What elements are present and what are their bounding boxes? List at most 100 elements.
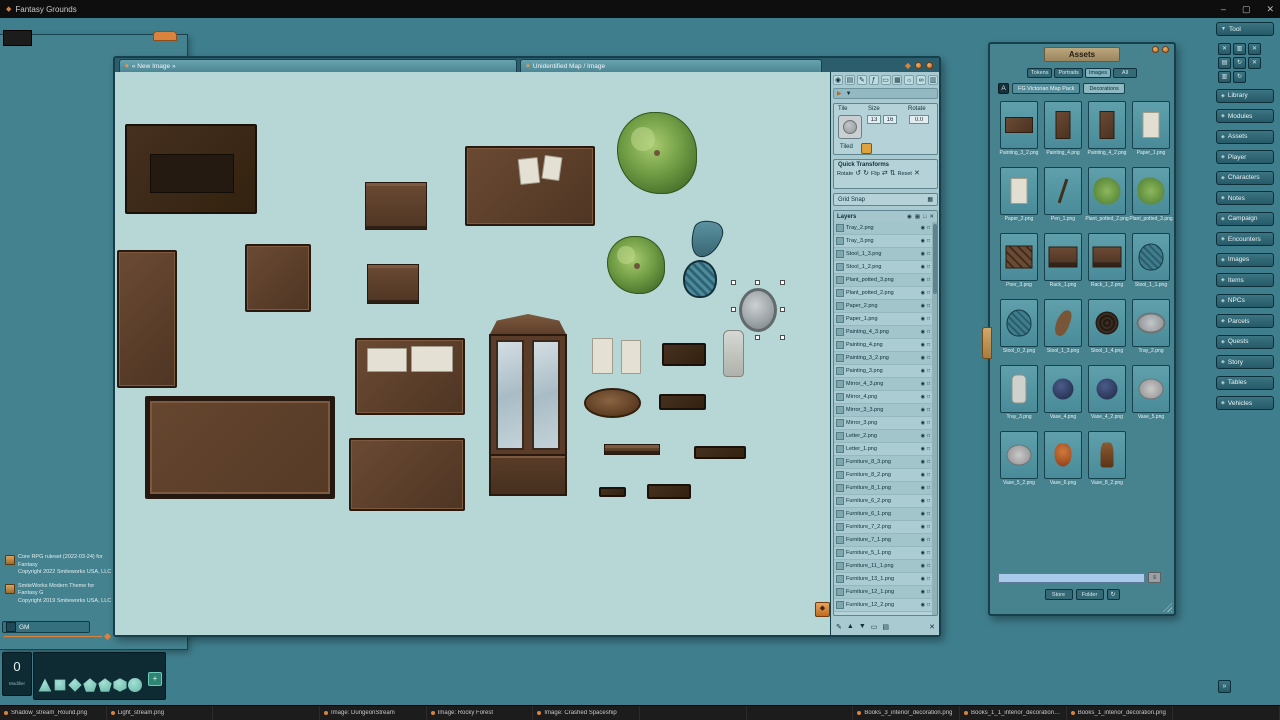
layer-lock-icon[interactable]: □ <box>927 550 930 556</box>
view-toggle-icon[interactable]: ◉ <box>833 75 843 85</box>
layer-row[interactable]: Furniture_12_1.png ◉ □ <box>834 586 932 599</box>
reset-icon[interactable]: ✕ <box>914 170 920 177</box>
map-token-paper[interactable] <box>621 340 641 374</box>
layer-visibility-icon[interactable]: ◉ <box>921 576 925 582</box>
alphabet-filter-button[interactable]: A <box>998 83 1009 94</box>
die-token[interactable] <box>38 678 52 692</box>
tool-shortcut-button[interactable]: ▥ <box>1233 43 1246 55</box>
layer-lock-icon[interactable]: □ <box>927 342 930 348</box>
sidebar-item[interactable]: ◈ Modules <box>1216 109 1274 123</box>
close-button[interactable]: ✕ <box>1266 4 1274 15</box>
search-menu-icon[interactable]: ≡ <box>1148 572 1161 583</box>
layer-lock-icon[interactable]: □ <box>927 511 930 517</box>
sidebar-item[interactable]: ◈ Assets <box>1216 130 1274 144</box>
layer-visibility-icon[interactable]: ◉ <box>921 381 925 387</box>
layer-visibility-icon[interactable]: ◉ <box>921 290 925 296</box>
map-token-bottle[interactable] <box>723 330 744 377</box>
tool-shortcut-button[interactable]: ↻ <box>1233 57 1246 69</box>
map-token-shelf-small[interactable] <box>662 343 706 366</box>
layer-lock-icon[interactable]: □ <box>927 303 930 309</box>
layer-visibility-icon[interactable]: ◉ <box>921 472 925 478</box>
pencil-icon[interactable]: ✎ <box>836 623 842 631</box>
layer-visibility-icon[interactable]: ◉ <box>921 498 925 504</box>
folder-button[interactable]: Folder <box>1076 589 1104 600</box>
layer-visibility-icon[interactable]: ◉ <box>921 537 925 543</box>
taskbar-tab[interactable]: Image: DungeonStream <box>320 706 427 720</box>
layer-visibility-icon[interactable]: ◉ <box>921 303 925 309</box>
taskbar-tab[interactable]: Books_1_interior_decoration.png <box>1067 706 1174 720</box>
layer-visibility-icon[interactable]: ◉ <box>921 563 925 569</box>
layer-lock-icon[interactable]: □ <box>927 433 930 439</box>
sidebar-item[interactable]: ◈ Parcels <box>1216 314 1274 328</box>
layer-visibility-icon[interactable]: ◉ <box>921 459 925 465</box>
lighting-icon[interactable]: ☼ <box>904 75 914 85</box>
layer-row[interactable]: Furniture_12_2.png ◉ □ <box>834 599 932 612</box>
die-token[interactable] <box>83 678 97 692</box>
taskbar-tab[interactable] <box>747 706 854 720</box>
taskbar-tab[interactable] <box>213 706 320 720</box>
layer-row[interactable]: Furniture_6_1.png ◉ □ <box>834 508 932 521</box>
asset-thumbnail[interactable] <box>1044 365 1082 413</box>
map-token-shelf-bit[interactable] <box>647 484 691 499</box>
asset-thumbnail[interactable] <box>1132 365 1170 413</box>
layer-row[interactable]: Stool_1_2.png ◉ □ <box>834 261 932 274</box>
layer-row[interactable]: Furniture_8_1.png ◉ □ <box>834 482 932 495</box>
layer-lock-icon[interactable]: □ <box>927 485 930 491</box>
window-close-icon[interactable] <box>1162 46 1169 53</box>
layer-visibility-icon[interactable]: ◉ <box>921 394 925 400</box>
layer-lock-icon[interactable]: □ <box>927 277 930 283</box>
store-button[interactable]: Store <box>1045 589 1073 600</box>
layer-row[interactable]: Mirror_3_3.png ◉ □ <box>834 404 932 417</box>
selection-handle[interactable] <box>731 280 736 285</box>
layer-row[interactable]: Painting_3.png ◉ □ <box>834 365 932 378</box>
grid-snap-toggle-icon[interactable]: ▦ <box>927 196 933 203</box>
layer-visibility-icon[interactable]: ◉ <box>921 277 925 283</box>
map-token-shelf-thin[interactable] <box>604 444 660 455</box>
layer-visibility-icon[interactable]: ◉ <box>921 316 925 322</box>
layer-filter-dropdown[interactable]: ▶ ▼ <box>833 88 938 99</box>
layer-visibility-icon[interactable]: ◉ <box>921 550 925 556</box>
asset-thumbnail[interactable] <box>1044 167 1082 215</box>
module-crumb[interactable]: FG Victorian Map Pack <box>1012 83 1080 94</box>
map-token-shelf-thin[interactable] <box>694 446 746 459</box>
layer-row[interactable]: Furniture_6_2.png ◉ □ <box>834 495 932 508</box>
asset-thumbnail[interactable] <box>1132 299 1170 347</box>
asset-thumbnail[interactable] <box>1088 233 1126 281</box>
layers-icon[interactable]: ▤ <box>845 75 855 85</box>
layer-lock-icon[interactable]: □ <box>927 381 930 387</box>
eye-icon[interactable]: ◉ <box>907 214 912 220</box>
asset-thumbnail[interactable] <box>1088 431 1126 479</box>
taskbar-tab[interactable] <box>640 706 747 720</box>
asset-thumbnail[interactable] <box>1000 431 1038 479</box>
asset-thumbnail[interactable] <box>1088 365 1126 413</box>
flip-vertical-icon[interactable]: ⇅ <box>890 170 896 177</box>
layer-row[interactable]: Furniture_13_1.png ◉ □ <box>834 573 932 586</box>
layer-visibility-icon[interactable]: ◉ <box>921 446 925 452</box>
assets-filter-tab[interactable]: Images <box>1085 68 1111 78</box>
map-token-shelf-bit[interactable] <box>599 487 626 497</box>
layer-lock-icon[interactable]: □ <box>927 407 930 413</box>
move-down-icon[interactable]: ▼ <box>859 623 866 630</box>
asset-thumbnail[interactable] <box>1044 101 1082 149</box>
asset-thumbnail[interactable] <box>1000 365 1038 413</box>
scrollbar-thumb[interactable] <box>933 224 937 294</box>
layer-visibility-icon[interactable]: ◉ <box>921 485 925 491</box>
map-token-table-left[interactable] <box>117 250 177 388</box>
taskbar-tab[interactable]: Books_3_interior_decoration.png <box>853 706 960 720</box>
layer-row[interactable]: Letter_1.png ◉ □ <box>834 443 932 456</box>
sidebar-item[interactable]: ◈ Quests <box>1216 335 1274 349</box>
layer-row[interactable]: Painting_3_2.png ◉ □ <box>834 352 932 365</box>
layer-row[interactable]: Paper_1.png ◉ □ <box>834 313 932 326</box>
die-token[interactable] <box>68 678 82 692</box>
sidebar-item[interactable]: ◈ Characters <box>1216 171 1274 185</box>
layer-visibility-icon[interactable]: ◉ <box>921 511 925 517</box>
layer-row[interactable]: Furniture_8_3.png ◉ □ <box>834 456 932 469</box>
layer-lock-icon[interactable]: □ <box>927 602 930 608</box>
layer-row[interactable]: Furniture_7_2.png ◉ □ <box>834 521 932 534</box>
layer-row[interactable]: Furniture_5_1.png ◉ □ <box>834 547 932 560</box>
resize-grip[interactable] <box>1163 603 1172 612</box>
window-pin-icon[interactable] <box>915 62 922 69</box>
asset-thumbnail[interactable] <box>1088 167 1126 215</box>
map-tab-unidentified[interactable]: ◆ Unidentified Map / Image <box>520 59 822 72</box>
sidebar-item[interactable]: ◈ Items <box>1216 273 1274 287</box>
